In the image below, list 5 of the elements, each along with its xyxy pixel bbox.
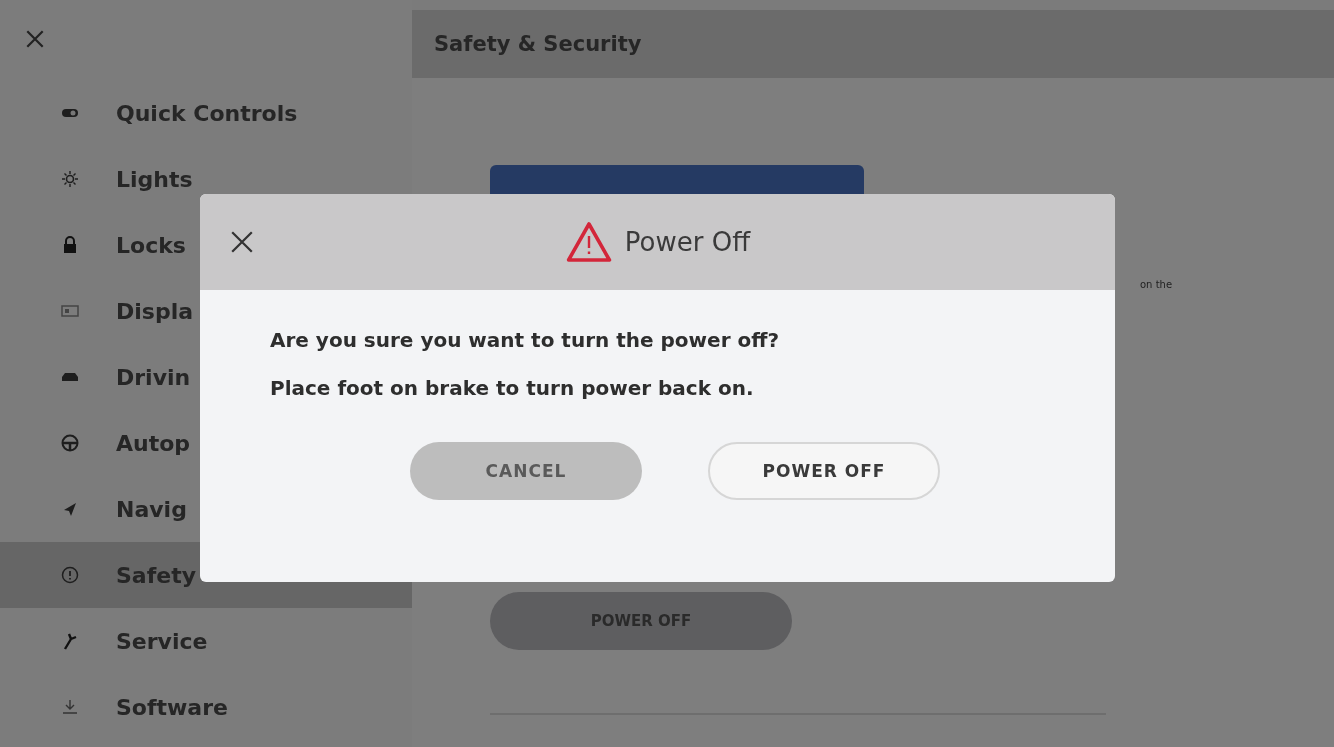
- page-title: Safety & Security: [434, 32, 642, 56]
- dialog-message: Place foot on brake to turn power back on.: [270, 376, 755, 400]
- dialog-title: Power Off: [624, 227, 751, 257]
- dialog-message: Are you sure you want to turn the power off?: [270, 328, 780, 352]
- description-text: on the: [1140, 279, 1173, 290]
